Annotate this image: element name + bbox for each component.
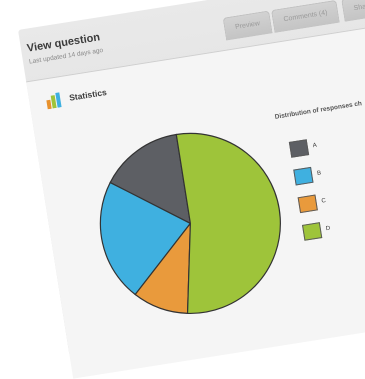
legend-label-b: B [316, 170, 322, 177]
legend-swatch-d [301, 222, 323, 241]
legend-item: A [288, 138, 318, 158]
question-panel: View question Last updated 14 days ago P… [18, 0, 365, 379]
legend-item: B [293, 165, 322, 186]
tab-comments[interactable]: Comments (4) [271, 0, 341, 33]
legend-label-c: C [321, 197, 327, 205]
legend-label-d: D [325, 225, 331, 233]
legend-label-a: A [312, 142, 318, 150]
statistics-card: Statistics Distribution of responses ch … [26, 15, 365, 379]
card-title: Statistics [68, 86, 108, 103]
legend-swatch-b [293, 166, 314, 186]
tab-sharing[interactable]: Sharing [341, 0, 365, 22]
card-header: Statistics [44, 80, 109, 113]
legend-swatch-c [297, 194, 318, 214]
bar-chart-icon [46, 92, 62, 110]
tab-preview[interactable]: Preview [222, 10, 273, 41]
legend-item: D [301, 221, 332, 241]
legend-item: C [297, 193, 328, 214]
pie-chart [99, 132, 281, 314]
chart-title: Distribution of responses ch [274, 100, 363, 121]
legend-swatch-a [288, 139, 310, 158]
